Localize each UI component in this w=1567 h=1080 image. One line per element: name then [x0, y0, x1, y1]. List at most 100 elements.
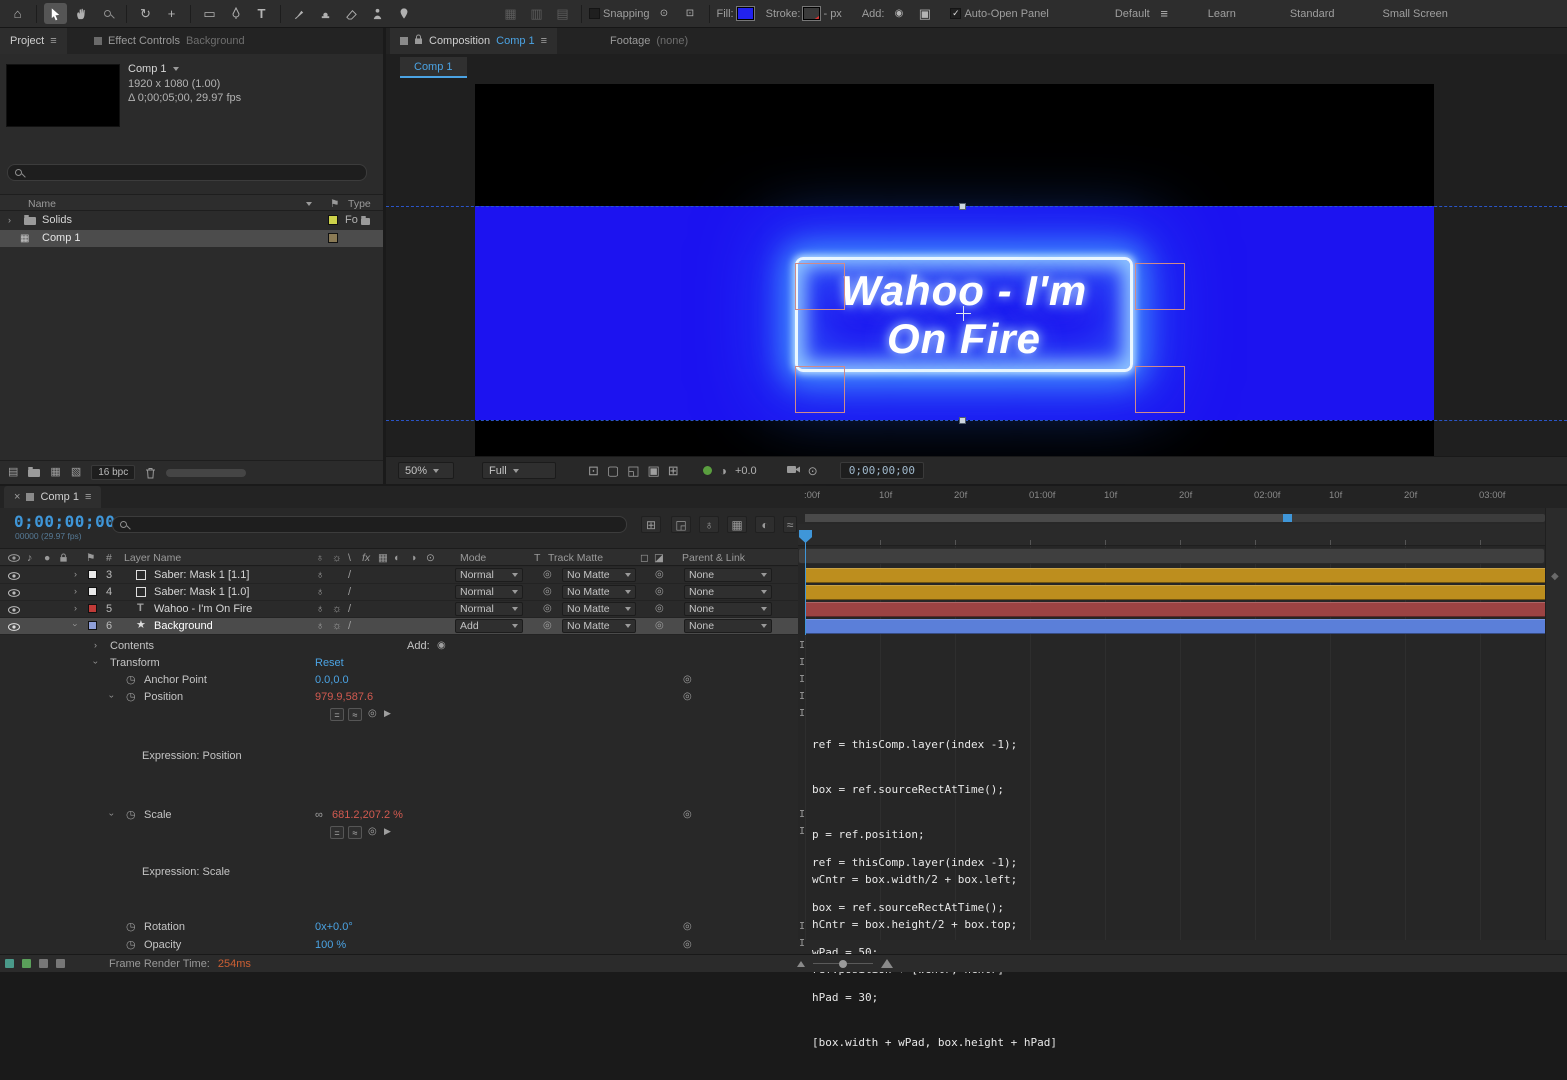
workspace-standard-button[interactable]: Standard	[1290, 8, 1335, 20]
expression-pickwhip-icon[interactable]: ◎	[368, 827, 377, 837]
blend-mode-dropdown[interactable]: Normal	[455, 602, 523, 616]
zoom-slider-thumb[interactable]	[838, 959, 847, 968]
rotate-tool-icon[interactable]: ↻	[134, 3, 157, 24]
pickwhip-icon[interactable]: ◎	[683, 675, 692, 685]
workspace-menu-icon[interactable]: ≡	[1153, 3, 1176, 24]
selection-handle-top[interactable]	[959, 203, 966, 210]
show-snapshot-icon[interactable]: ⊙	[808, 465, 818, 477]
parent-dropdown[interactable]: None	[684, 602, 772, 616]
exposure-icon[interactable]: ◑	[720, 465, 727, 477]
viewer-timecode[interactable]: 0;00;00;00	[839, 462, 924, 479]
pickwhip-icon[interactable]: ◎	[655, 587, 664, 597]
expand-arrow-icon[interactable]: ›	[94, 641, 97, 650]
visibility-eye-icon[interactable]	[8, 588, 20, 600]
collapse-arrow-icon[interactable]: ›	[107, 813, 117, 816]
property-row-opacity[interactable]: ◷ Opacity 100 % ◎	[0, 937, 798, 954]
roto-brush-tool-icon[interactable]	[366, 3, 389, 24]
chevron-down-icon[interactable]	[172, 67, 179, 71]
column-header-mode[interactable]: Mode	[460, 552, 486, 564]
property-row-anchor-point[interactable]: ◷ Anchor Point 0.0,0.0 ◎	[0, 672, 798, 689]
collapse-switch-icon[interactable]: ☼	[332, 621, 342, 632]
blend-mode-dropdown[interactable]: Add	[455, 619, 523, 633]
expression-graph-icon[interactable]: ≈	[348, 708, 362, 721]
hide-shy-icon[interactable]: ♁	[699, 516, 719, 533]
project-item-comp1[interactable]: ▦ Comp 1	[0, 230, 383, 247]
column-header-parent-link[interactable]: Parent & Link	[682, 552, 745, 564]
snap-option2-icon[interactable]: ⊡	[679, 3, 702, 24]
column-header-name[interactable]: Name	[28, 198, 56, 210]
title-text-line2[interactable]: On Fire	[887, 315, 1041, 362]
property-row-scale[interactable]: › ◷ Scale ∞ 681.2,207.2 % ◎	[0, 807, 798, 824]
shy-switch-icon[interactable]: ♁	[316, 621, 324, 632]
transform-reset-button[interactable]: Reset	[315, 657, 344, 669]
expression-graph-icon[interactable]: ≈	[348, 826, 362, 839]
time-navigator-bar[interactable]	[798, 548, 1545, 564]
blend-mode-dropdown[interactable]: Normal	[455, 568, 523, 582]
tab-composition[interactable]: Composition Comp 1 ≡	[390, 28, 558, 54]
property-row-position[interactable]: › ◷ Position 979.9,587.6 ◎	[0, 689, 798, 706]
expression-enable-icon[interactable]: =	[330, 826, 344, 839]
add-contents-icon[interactable]: ◉	[437, 641, 446, 651]
selection-tool-icon[interactable]	[44, 3, 67, 24]
column-header-layer-name[interactable]: Layer Name	[124, 552, 181, 564]
tab-project[interactable]: Project ≡	[0, 28, 67, 54]
work-area-bar[interactable]	[805, 514, 1545, 522]
close-icon[interactable]: ×	[14, 491, 20, 503]
composition-canvas[interactable]: Wahoo - I'm On Fire	[386, 84, 1567, 456]
expression-position-toolbar[interactable]: = ≈ ◎ ▶	[0, 706, 798, 723]
layer-duration-bar[interactable]	[805, 568, 1545, 583]
label-color-swatch[interactable]	[88, 570, 97, 579]
column-header-track-matte[interactable]: Track Matte	[548, 552, 603, 564]
quality-switch-icon[interactable]: /	[348, 587, 351, 598]
axis-mode-view-icon[interactable]: ▤	[551, 3, 574, 24]
safe-margins-icon[interactable]: ⊡	[588, 464, 599, 477]
region-of-interest-icon[interactable]: ◱	[627, 464, 639, 477]
layer-name[interactable]: Background	[154, 620, 213, 632]
stopwatch-icon[interactable]: ◷	[126, 810, 136, 821]
matte-toggle2-icon[interactable]: ◪	[654, 552, 664, 564]
track-matte-dropdown[interactable]: No Matte	[562, 568, 636, 582]
new-folder-icon[interactable]	[28, 466, 41, 477]
switch-fx-icon[interactable]: fx	[362, 552, 370, 564]
collapse-switch-icon[interactable]: ☼	[332, 604, 342, 615]
lock-icon[interactable]	[414, 34, 423, 48]
project-settings-icon[interactable]: ▧	[71, 467, 81, 478]
add-menu-icon[interactable]: ◉	[887, 3, 910, 24]
expression-position-label-row[interactable]: Expression: Position	[0, 748, 798, 765]
shy-switch-icon[interactable]: ♁	[316, 587, 324, 598]
label-color-swatch[interactable]	[328, 215, 338, 225]
pickwhip-icon[interactable]: ◎	[655, 604, 664, 614]
quality-switch-icon[interactable]: /	[348, 621, 351, 632]
hand-tool-icon[interactable]	[70, 3, 93, 24]
puppet-pin-tool-icon[interactable]	[392, 3, 415, 24]
switch-frame-blend-icon[interactable]: ▦	[378, 552, 388, 564]
horizontal-scrollbar[interactable]	[166, 468, 247, 477]
workspace-small-screen-button[interactable]: Small Screen	[1383, 8, 1448, 20]
pickwhip-icon[interactable]: ◎	[683, 922, 692, 932]
tab-footage[interactable]: Footage (none)	[600, 28, 698, 54]
axis-mode-world-icon[interactable]: ▥	[525, 3, 548, 24]
resolution-dropdown[interactable]: Full	[482, 462, 556, 479]
expression-pickwhip-icon[interactable]: ◎	[368, 709, 377, 719]
label-color-swatch[interactable]	[88, 604, 97, 613]
expand-arrow-icon[interactable]: ›	[74, 569, 77, 579]
time-ruler[interactable]	[798, 524, 1545, 546]
zoom-out-mountain-icon[interactable]	[796, 960, 805, 967]
expression-scale-code[interactable]: ref = thisComp.layer(index -1); box = re…	[812, 825, 1057, 1080]
quality-switch-icon[interactable]: /	[348, 604, 351, 615]
parent-dropdown[interactable]: None	[684, 568, 772, 582]
pickwhip-icon[interactable]: ◎	[683, 940, 692, 950]
panel-menu-icon[interactable]: ≡	[541, 35, 547, 47]
multi-frame-render-icon[interactable]	[56, 959, 65, 968]
layer-row-3[interactable]: › 3 Saber: Mask 1 [1.1] ♁ / Normal ◎ No …	[0, 567, 798, 584]
timeline-zoom-slider[interactable]	[812, 959, 873, 968]
interpret-footage-icon[interactable]: ▤	[8, 467, 18, 478]
panel-menu-icon[interactable]: ≡	[85, 491, 91, 503]
pickwhip-icon[interactable]: ◎	[683, 692, 692, 702]
matte-toggle-icon[interactable]: ◎	[543, 570, 552, 580]
property-row-rotation[interactable]: ◷ Rotation 0x+0.0° ◎	[0, 919, 798, 936]
collapse-arrow-icon[interactable]: ›	[91, 661, 101, 664]
track-matte-dropdown[interactable]: No Matte	[562, 602, 636, 616]
expand-arrow-icon[interactable]: ›	[74, 586, 77, 596]
expand-arrow-icon[interactable]: ›	[8, 216, 11, 225]
